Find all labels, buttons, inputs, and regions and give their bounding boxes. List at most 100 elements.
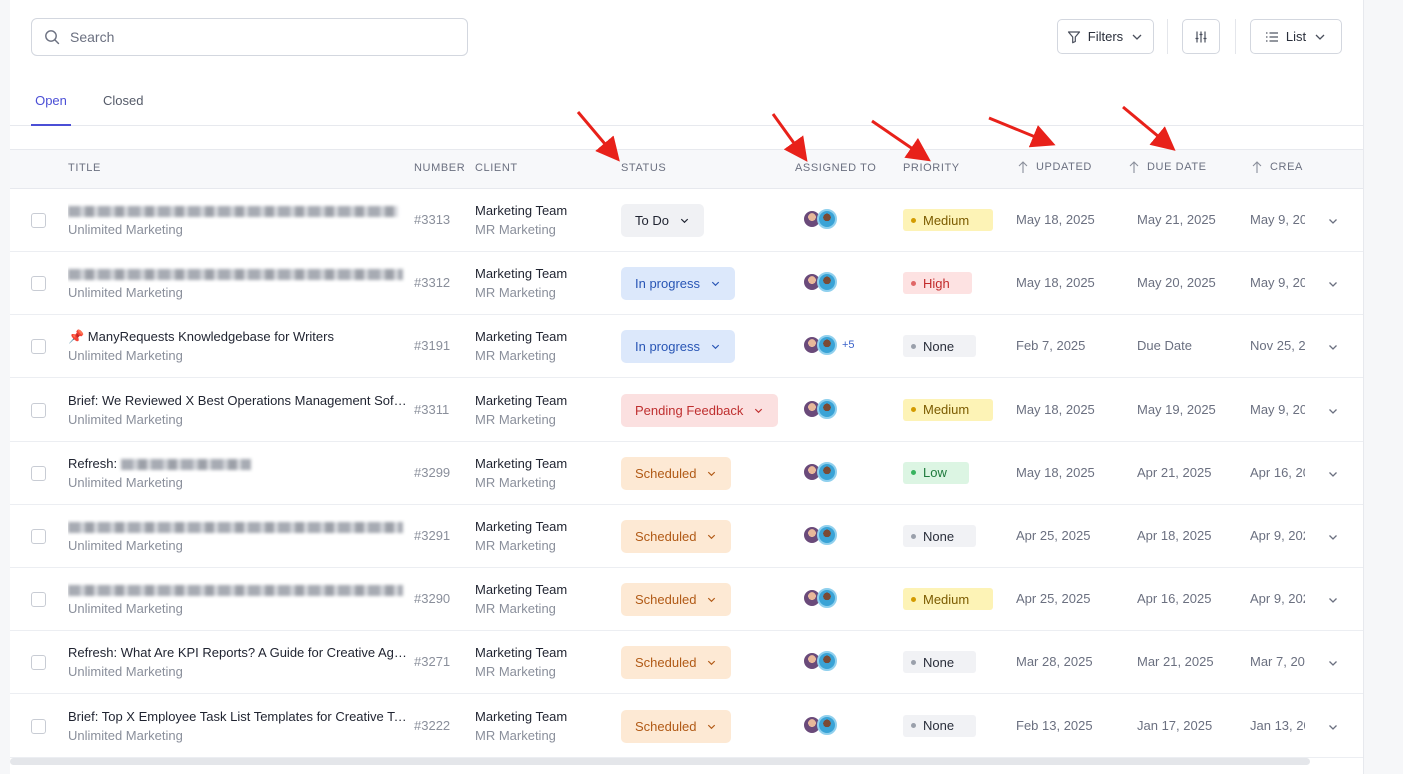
column-header-due-date[interactable]: DUE DATE — [1127, 160, 1207, 174]
row-due-date[interactable]: Jan 17, 2025 — [1137, 718, 1212, 733]
row-title[interactable] — [68, 203, 408, 220]
row-due-date[interactable]: May 21, 2025 — [1137, 212, 1216, 227]
table-row[interactable]: Refresh: What Are KPI Reports? A Guide f… — [10, 631, 1363, 695]
column-header-status[interactable]: STATUS — [621, 162, 666, 174]
expand-row-button[interactable] — [1327, 278, 1339, 290]
status-dropdown[interactable]: Scheduled — [621, 456, 732, 490]
status-dropdown[interactable]: In progress — [621, 330, 736, 364]
column-header-priority[interactable]: PRIORITY — [903, 162, 960, 174]
status-dropdown[interactable]: Pending Feedback — [621, 393, 779, 427]
row-due-date[interactable]: Apr 16, 2025 — [1137, 591, 1211, 606]
redacted-title — [120, 458, 251, 470]
status-dropdown[interactable]: Scheduled — [621, 583, 732, 617]
status-dropdown[interactable]: Scheduled — [621, 646, 732, 680]
row-updated-date: Feb 13, 2025 — [1016, 717, 1093, 733]
row-due-date[interactable]: Due Date — [1137, 338, 1192, 353]
assignee-avatars[interactable] — [802, 209, 837, 229]
expand-row-button[interactable] — [1327, 594, 1339, 606]
column-header-updated[interactable]: UPDATED — [1016, 160, 1092, 174]
column-header-created-label: CREA — [1270, 161, 1303, 173]
priority-badge[interactable]: Medium — [903, 398, 993, 421]
tab-closed[interactable]: Closed — [103, 93, 143, 126]
assignee-avatars[interactable] — [802, 398, 837, 419]
expand-row-button[interactable] — [1327, 468, 1339, 480]
assignee-avatars[interactable] — [802, 714, 837, 735]
assignee-avatars[interactable]: +5 — [802, 335, 855, 356]
row-checkbox[interactable] — [31, 655, 46, 671]
row-title[interactable]: Refresh: — [68, 456, 408, 473]
expand-row-button[interactable] — [1327, 405, 1339, 417]
column-header-number[interactable]: NUMBER — [414, 162, 465, 174]
row-checkbox[interactable] — [31, 213, 46, 228]
row-title[interactable]: Brief: We Reviewed X Best Operations Man… — [68, 393, 408, 410]
status-dropdown[interactable]: In progress — [621, 267, 736, 301]
priority-badge[interactable]: None — [903, 714, 976, 737]
column-header-created[interactable]: CREA — [1250, 160, 1305, 174]
search-input[interactable] — [70, 29, 450, 45]
table-row[interactable]: Unlimited Marketing #3290 Marketing Team MR… — [10, 568, 1363, 632]
assignee-avatars[interactable] — [802, 651, 837, 672]
expand-row-button[interactable] — [1327, 341, 1339, 353]
sliders-icon — [1195, 31, 1207, 42]
assignee-avatars[interactable] — [802, 588, 837, 609]
expand-row-button[interactable] — [1327, 531, 1339, 543]
tab-open[interactable]: Open — [31, 93, 71, 126]
assignee-avatars[interactable] — [802, 525, 837, 545]
status-dropdown[interactable]: To Do — [621, 204, 704, 237]
row-title[interactable]: Refresh: What Are KPI Reports? A Guide f… — [68, 645, 408, 662]
row-due-date[interactable]: Apr 18, 2025 — [1137, 528, 1211, 543]
column-header-client[interactable]: CLIENT — [475, 162, 518, 174]
assignee-avatars[interactable] — [802, 272, 837, 293]
row-title[interactable] — [68, 582, 408, 599]
search-box[interactable] — [31, 18, 468, 56]
filters-button[interactable]: Filters — [1057, 19, 1154, 54]
table-row[interactable]: Unlimited Marketing #3312 Marketing Team MR… — [10, 252, 1363, 316]
table-row[interactable]: Unlimited Marketing #3291 Marketing Team MR… — [10, 505, 1363, 568]
row-title[interactable]: Brief: Top X Employee Task List Template… — [68, 709, 408, 726]
priority-badge[interactable]: None — [903, 525, 976, 547]
status-dropdown[interactable]: Scheduled — [621, 709, 732, 743]
row-title[interactable] — [68, 519, 408, 536]
row-due-date[interactable]: Mar 21, 2025 — [1137, 654, 1214, 669]
table-row[interactable]: Unlimited Marketing #3313 Marketing Team MR… — [10, 189, 1363, 252]
expand-row-button[interactable] — [1327, 721, 1339, 733]
column-header-title[interactable]: TITLE — [68, 162, 101, 174]
table-row[interactable]: Brief: Top X Employee Task List Template… — [10, 695, 1363, 758]
view-mode-button[interactable]: List — [1250, 19, 1342, 54]
row-updated-date: Apr 25, 2025 — [1016, 591, 1091, 607]
expand-row-button[interactable] — [1327, 215, 1339, 227]
priority-badge[interactable]: Medium — [903, 588, 993, 611]
row-title[interactable] — [68, 266, 408, 283]
status-dropdown[interactable]: Scheduled — [621, 520, 732, 553]
row-due-date[interactable]: Apr 21, 2025 — [1137, 465, 1211, 480]
horizontal-scrollbar[interactable] — [10, 758, 1310, 765]
row-checkbox[interactable] — [31, 718, 46, 734]
table-row[interactable]: 📌 ManyRequests Knowledgebase for Writers… — [10, 315, 1363, 379]
expand-row-button[interactable] — [1327, 657, 1339, 669]
row-due-date[interactable]: May 20, 2025 — [1137, 275, 1216, 290]
priority-badge[interactable]: High — [903, 272, 972, 295]
assignee-avatars[interactable] — [802, 461, 837, 482]
column-settings-button[interactable] — [1182, 19, 1220, 54]
avatar — [817, 714, 837, 735]
column-header-assigned-to[interactable]: ASSIGNED TO — [795, 162, 876, 174]
priority-badge[interactable]: None — [903, 335, 976, 358]
row-due-date[interactable]: May 19, 2025 — [1137, 402, 1216, 417]
row-subtitle: Unlimited Marketing — [68, 411, 183, 427]
row-title[interactable]: 📌 ManyRequests Knowledgebase for Writers — [68, 329, 408, 346]
row-checkbox[interactable] — [31, 339, 46, 355]
chevron-down-icon — [710, 278, 721, 289]
row-checkbox[interactable] — [31, 276, 46, 292]
row-title-text: Brief: Top X Employee Task List Template… — [68, 708, 408, 724]
status-label: Scheduled — [635, 655, 697, 671]
row-checkbox[interactable] — [31, 529, 46, 544]
row-checkbox[interactable] — [31, 402, 46, 418]
priority-dot — [911, 533, 916, 539]
priority-badge[interactable]: Low — [903, 461, 969, 484]
priority-badge[interactable]: Medium — [903, 209, 993, 231]
table-row[interactable]: Brief: We Reviewed X Best Operations Man… — [10, 379, 1363, 442]
row-checkbox[interactable] — [31, 465, 46, 481]
row-checkbox[interactable] — [31, 592, 46, 608]
priority-badge[interactable]: None — [903, 651, 976, 674]
table-row[interactable]: Refresh: Unlimited Marketing #3299 Marketi… — [10, 442, 1363, 505]
